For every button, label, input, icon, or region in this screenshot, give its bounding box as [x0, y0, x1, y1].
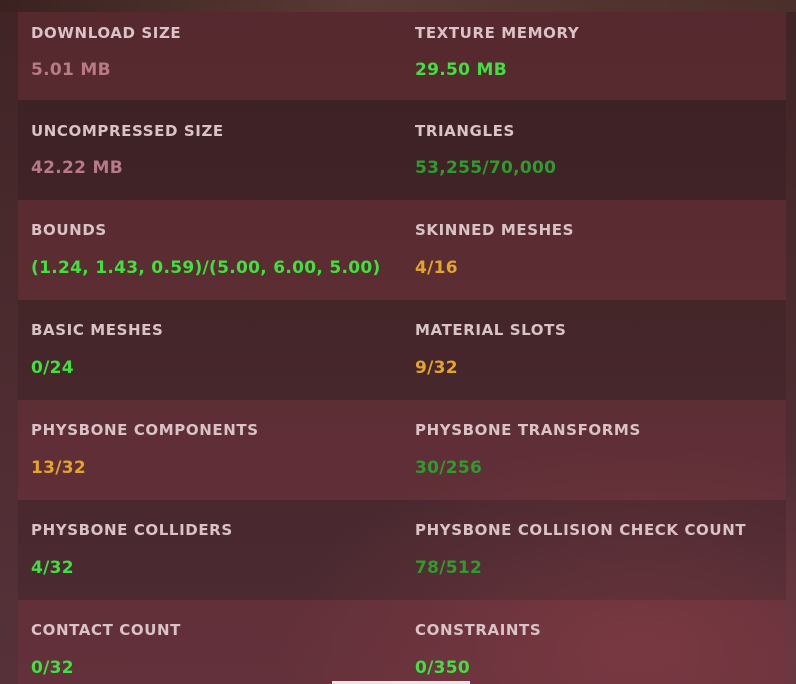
stat-value: 53,255/70,000 [415, 158, 557, 178]
stat-label: PHYSBONE COLLISION CHECK COUNT [415, 521, 747, 539]
stat-skinned-meshes: SKINNED MESHES 4/16 [415, 200, 775, 300]
stats-row-3: BOUNDS (1.24, 1.43, 0.59)/(5.00, 6.00, 5… [18, 200, 786, 300]
stat-label: CONSTRAINTS [415, 621, 542, 639]
stat-value: 29.50 MB [415, 60, 507, 80]
stat-bounds: BOUNDS (1.24, 1.43, 0.59)/(5.00, 6.00, 5… [31, 200, 401, 300]
stats-row-7: CONTACT COUNT 0/32 CONSTRAINTS 0/350 [18, 600, 786, 684]
stats-row-5: PHYSBONE COMPONENTS 13/32 PHYSBONE TRANS… [18, 400, 786, 500]
stat-uncompressed-size: UNCOMPRESSED SIZE 42.22 MB [31, 100, 401, 200]
stat-label: MATERIAL SLOTS [415, 321, 567, 339]
stat-physbone-collision-check-count: PHYSBONE COLLISION CHECK COUNT 78/512 [415, 500, 775, 600]
stats-row-4: BASIC MESHES 0/24 MATERIAL SLOTS 9/32 [18, 300, 786, 400]
stat-value: 4/16 [415, 258, 458, 278]
stats-row-1: DOWNLOAD SIZE 5.01 MB TEXTURE MEMORY 29.… [18, 12, 786, 100]
stat-value: 9/32 [415, 358, 458, 378]
stat-label: DOWNLOAD SIZE [31, 24, 182, 42]
stat-constraints: CONSTRAINTS 0/350 [415, 600, 775, 684]
stat-triangles: TRIANGLES 53,255/70,000 [415, 100, 775, 200]
performance-stats-panel: DOWNLOAD SIZE 5.01 MB TEXTURE MEMORY 29.… [18, 12, 786, 684]
stat-label: TEXTURE MEMORY [415, 24, 580, 42]
stat-value: 4/32 [31, 558, 74, 578]
stat-value: 0/350 [415, 658, 471, 678]
stat-value: 78/512 [415, 558, 483, 578]
stat-contact-count: CONTACT COUNT 0/32 [31, 600, 401, 684]
stat-texture-memory: TEXTURE MEMORY 29.50 MB [415, 12, 775, 100]
stat-value: 5.01 MB [31, 60, 111, 80]
stat-label: UNCOMPRESSED SIZE [31, 122, 224, 140]
stat-label: PHYSBONE COMPONENTS [31, 421, 259, 439]
stat-value: 30/256 [415, 458, 483, 478]
stat-label: BASIC MESHES [31, 321, 164, 339]
stat-label: PHYSBONE TRANSFORMS [415, 421, 641, 439]
stat-label: CONTACT COUNT [31, 621, 181, 639]
stat-value: 42.22 MB [31, 158, 123, 178]
stats-row-6: PHYSBONE COLLIDERS 4/32 PHYSBONE COLLISI… [18, 500, 786, 600]
stat-physbone-components: PHYSBONE COMPONENTS 13/32 [31, 400, 401, 500]
stat-value: 0/24 [31, 358, 74, 378]
stat-physbone-colliders: PHYSBONE COLLIDERS 4/32 [31, 500, 401, 600]
stat-label: SKINNED MESHES [415, 221, 575, 239]
header-strip [0, 0, 796, 12]
stat-value: (1.24, 1.43, 0.59)/(5.00, 6.00, 5.00) [31, 258, 381, 278]
stat-download-size: DOWNLOAD SIZE 5.01 MB [31, 12, 401, 100]
stat-label: BOUNDS [31, 221, 107, 239]
stat-basic-meshes: BASIC MESHES 0/24 [31, 300, 401, 400]
stat-label: TRIANGLES [415, 122, 515, 140]
stat-label: PHYSBONE COLLIDERS [31, 521, 233, 539]
stats-row-2: UNCOMPRESSED SIZE 42.22 MB TRIANGLES 53,… [18, 100, 786, 200]
stat-physbone-transforms: PHYSBONE TRANSFORMS 30/256 [415, 400, 775, 500]
stat-material-slots: MATERIAL SLOTS 9/32 [415, 300, 775, 400]
stat-value: 13/32 [31, 458, 87, 478]
stat-value: 0/32 [31, 658, 74, 678]
